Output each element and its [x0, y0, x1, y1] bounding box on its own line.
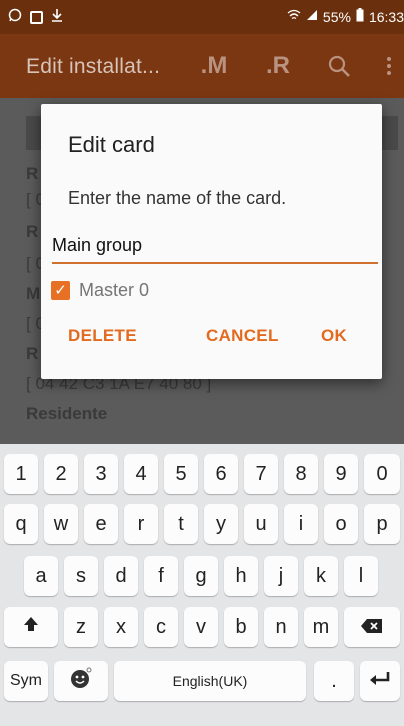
key[interactable]: t	[164, 504, 198, 544]
backspace-icon	[361, 616, 383, 639]
key[interactable]: r	[124, 504, 158, 544]
key[interactable]: p	[364, 504, 400, 544]
key[interactable]: x	[104, 607, 138, 647]
key[interactable]: h	[224, 556, 258, 596]
key[interactable]: s	[64, 556, 98, 596]
key[interactable]: 0	[364, 454, 400, 494]
list-item: M	[26, 284, 41, 303]
card-name-input[interactable]	[52, 228, 378, 264]
add-resident-button[interactable]: .R	[260, 49, 296, 83]
key[interactable]: i	[284, 504, 318, 544]
clock: 16:33	[368, 9, 404, 25]
soft-keyboard: 1 2 3 4 5 6 7 8 9 0 q w e r t y u i o p …	[0, 444, 404, 726]
key[interactable]: c	[144, 607, 178, 647]
key[interactable]: 1	[4, 454, 38, 494]
key[interactable]: d	[104, 556, 138, 596]
checkbox-label: Master 0	[79, 280, 150, 300]
checkbox-checked-icon[interactable]: ✓	[51, 281, 70, 300]
key[interactable]: 6	[204, 454, 238, 494]
action-bar: Edit installat... .M .R	[0, 34, 404, 98]
status-bar: 55% 16:33	[0, 0, 404, 34]
search-icon[interactable]	[322, 49, 356, 83]
key[interactable]: 5	[164, 454, 198, 494]
key[interactable]: z	[64, 607, 98, 647]
key[interactable]: 2	[44, 454, 78, 494]
shift-key[interactable]	[4, 607, 58, 647]
key[interactable]: e	[84, 504, 118, 544]
dialog-message: Enter the name of the card.	[68, 188, 287, 208]
period-key[interactable]: .	[314, 661, 354, 701]
more-vert-icon[interactable]	[380, 49, 398, 83]
list-item: Residente	[26, 404, 108, 423]
gallery-icon	[30, 10, 43, 24]
key[interactable]: 7	[244, 454, 278, 494]
download-icon	[51, 8, 63, 26]
key[interactable]: a	[24, 556, 58, 596]
add-master-button[interactable]: .M	[196, 49, 232, 83]
key[interactable]: n	[264, 607, 298, 647]
key[interactable]: 8	[284, 454, 318, 494]
wifi-icon	[287, 9, 301, 25]
key[interactable]: u	[244, 504, 278, 544]
list-item: R	[26, 164, 39, 183]
battery-percent: 55%	[322, 9, 351, 25]
list-item: R	[26, 222, 39, 241]
dialog-title: Edit card	[68, 132, 155, 157]
key[interactable]: f	[144, 556, 178, 596]
key[interactable]: v	[184, 607, 218, 647]
key[interactable]: m	[304, 607, 338, 647]
key[interactable]: 9	[324, 454, 358, 494]
key[interactable]: 3	[84, 454, 118, 494]
master-checkbox-row[interactable]: ✓ Master 0	[51, 280, 149, 301]
enter-key[interactable]	[360, 661, 400, 701]
shift-icon	[22, 615, 40, 639]
whatsapp-icon	[8, 8, 22, 26]
emoji-icon	[70, 667, 92, 695]
key[interactable]: 4	[124, 454, 158, 494]
backspace-key[interactable]	[344, 607, 400, 647]
battery-icon	[356, 8, 364, 26]
key[interactable]: q	[4, 504, 38, 544]
emoji-key[interactable]	[54, 661, 108, 701]
delete-button[interactable]: DELETE	[68, 326, 137, 346]
ok-button[interactable]: OK	[321, 326, 347, 346]
key[interactable]: g	[184, 556, 218, 596]
key[interactable]: w	[44, 504, 78, 544]
key[interactable]: y	[204, 504, 238, 544]
enter-icon	[369, 670, 391, 693]
key[interactable]: b	[224, 607, 258, 647]
list-item: R	[26, 344, 39, 363]
key[interactable]: o	[324, 504, 358, 544]
key[interactable]: k	[304, 556, 338, 596]
signal-icon	[306, 9, 318, 25]
page-title: Edit installat...	[26, 55, 161, 78]
sym-key[interactable]: Sym	[4, 661, 48, 701]
key[interactable]: j	[264, 556, 298, 596]
space-key[interactable]: English(UK)	[114, 661, 306, 701]
key[interactable]: l	[344, 556, 378, 596]
cancel-button[interactable]: CANCEL	[206, 326, 279, 346]
edit-card-dialog: Edit card Enter the name of the card. ✓ …	[41, 104, 382, 379]
